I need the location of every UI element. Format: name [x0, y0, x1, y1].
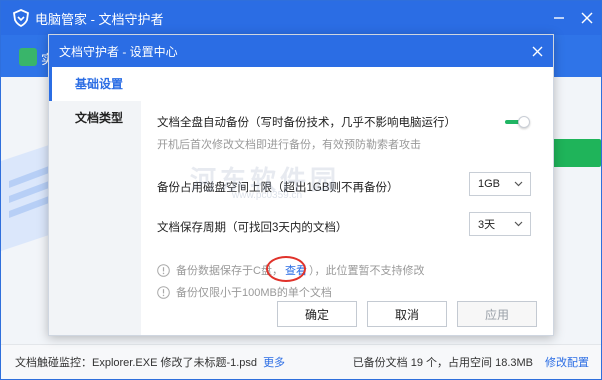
disk-limit-label: 备份占用磁盘空间上限（超出1GB则不再备份） [157, 182, 399, 194]
dialog-sidebar: 基础设置 文档类型 [49, 67, 141, 335]
status-bar: 文档触碰监控：Explorer.EXE 修改了未标题-1.psd 更多 已备份文… [1, 344, 601, 379]
chevron-down-icon [514, 221, 523, 227]
background-green-button [549, 139, 601, 167]
retention-select[interactable]: 3天 [469, 212, 531, 236]
auto-backup-desc: 开机后首次修改文档即进行备份，有效预防勒索者攻击 [157, 139, 421, 151]
sidebar-item-document-types[interactable]: 文档类型 [49, 101, 141, 135]
auto-backup-toggle[interactable] [505, 116, 531, 128]
app-titlebar: 电脑管家 - 文档守护者 [1, 1, 601, 35]
settings-dialog: 文档守护者 - 设置中心 基础设置 文档类型 文档全盘自动备份（写时备份技术，几… [48, 34, 554, 336]
dialog-titlebar: 文档守护者 - 设置中心 [49, 35, 553, 67]
close-icon[interactable] [573, 1, 601, 35]
retention-value: 3天 [478, 219, 496, 231]
status-backup-summary: 已备份文档 19 个，占用空间 18.3MB [352, 357, 533, 369]
backup-location-suffix: ），此位置暂不支持修改 [308, 265, 425, 277]
close-icon[interactable] [521, 35, 553, 67]
chevron-down-icon [514, 181, 523, 187]
status-monitor-text: 文档触碰监控：Explorer.EXE 修改了未标题-1.psd [15, 357, 258, 369]
dialog-title: 文档守护者 - 设置中心 [59, 44, 178, 59]
shield-icon [13, 9, 29, 27]
protection-badge-icon [19, 48, 37, 66]
apply-button[interactable]: 应用 [457, 301, 537, 327]
status-more-link[interactable]: 更多 [263, 354, 285, 370]
highlight-annotation [266, 256, 306, 282]
dialog-footer: 确定 取消 应用 [141, 291, 553, 335]
auto-backup-title: 文档全盘自动备份（写时备份技术，几乎不影响电脑运行） [157, 117, 456, 129]
info-icon [157, 263, 170, 277]
retention-label: 文档保存周期（可找回3天内的文档） [157, 222, 348, 234]
app-title: 电脑管家 - 文档守护者 [35, 11, 164, 27]
disk-limit-select[interactable]: 1GB [469, 172, 531, 196]
disk-limit-value: 1GB [478, 178, 501, 190]
cancel-button[interactable]: 取消 [367, 301, 447, 327]
modify-config-link[interactable]: 修改配置 [545, 354, 589, 370]
ok-button[interactable]: 确定 [277, 301, 357, 327]
minimize-icon[interactable] [545, 1, 573, 35]
sidebar-item-basic-settings[interactable]: 基础设置 [49, 67, 141, 101]
